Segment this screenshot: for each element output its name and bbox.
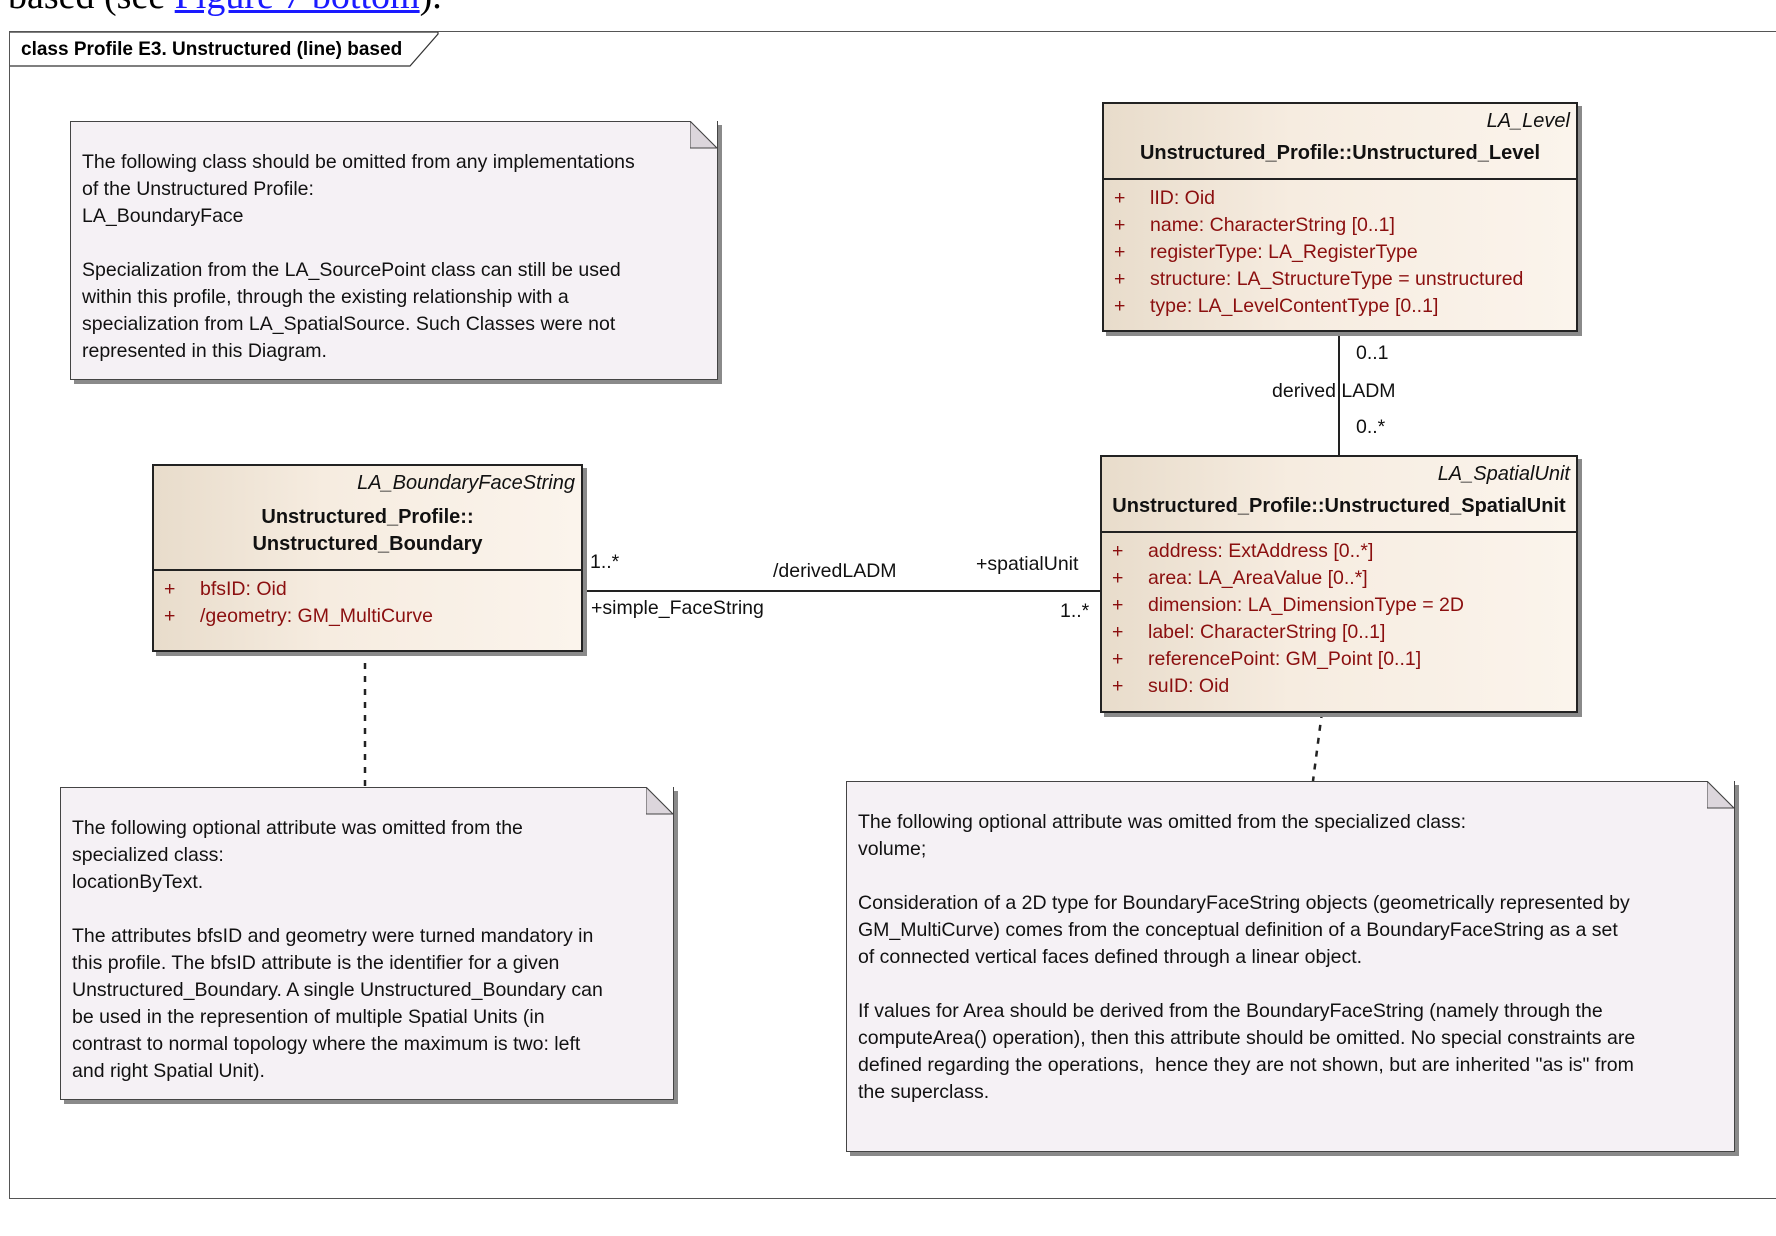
class-name-boundary-line2: Unstructured_Boundary: [252, 533, 483, 555]
class-unstructured-spatialunit[interactable]: LA_SpatialUnit Unstructured_Profile::Uns…: [1100, 455, 1578, 713]
attribute-row: + registerType: LA_RegisterType: [1114, 241, 1418, 263]
attribute-list-level: + lID: Oid + name: CharacterString [0..1] …: [1114, 185, 1572, 320]
class-name-boundary-line1: Unstructured_Profile::: [261, 506, 474, 528]
association-name-derived-ladm: derived LADM: [1272, 380, 1396, 402]
attribute-row: + suID: Oid: [1112, 675, 1230, 697]
attribute-row: + lID: Oid: [1114, 187, 1216, 209]
class-unstructured-level[interactable]: LA_Level Unstructured_Profile::Unstructu…: [1102, 102, 1578, 332]
class-separator: [154, 569, 581, 571]
attribute-list-spatialunit: + address: ExtAddress [0..*] + area: LA_Ar…: [1112, 538, 1572, 700]
mult-level-side: 0..1: [1356, 342, 1389, 364]
note-link-spatialunit: [1311, 711, 1324, 782]
class-separator: [1104, 178, 1576, 180]
attribute-row: + type: LA_LevelContentType [0..1]: [1114, 295, 1439, 317]
note-fold-icon: [690, 121, 718, 149]
mult-spatialunit-end: 1..*: [1060, 600, 1090, 622]
attribute-row: +/geometry: GM_MultiCurve: [164, 605, 433, 627]
mult-boundary-end: 1..*: [590, 551, 620, 573]
class-separator: [1102, 531, 1576, 533]
attribute-row: + name: CharacterString [0..1]: [1114, 214, 1395, 236]
attribute-row: + dimension: LA_DimensionType = 2D: [1112, 594, 1464, 616]
role-spatialunit: +spatialUnit: [976, 553, 1079, 575]
class-unstructured-boundary[interactable]: LA_BoundaryFaceString Unstructured_Profi…: [152, 464, 583, 652]
note-fold-icon: [646, 787, 674, 815]
attribute-row: + label: CharacterString [0..1]: [1112, 621, 1386, 643]
attribute-list-boundary: + bfsID: Oid +/geometry: GM_MultiCurve: [164, 576, 577, 630]
note-spatialunit: The following optional attribute was omi…: [846, 781, 1735, 1152]
class-name-level: Unstructured_Profile::Unstructured_Level: [1139, 142, 1541, 164]
note-spatialunit-text: The following optional attribute was omi…: [858, 811, 1636, 1103]
attribute-row: + address: ExtAddress [0..*]: [1112, 540, 1374, 562]
note-omitted-class-text: The following class should be omitted fr…: [82, 151, 635, 362]
attribute-row: + area: LA_AreaValue [0..*]: [1112, 567, 1368, 589]
stereotype-la-level: LA_Level: [1486, 110, 1570, 132]
stereotype-la-spatialunit: LA_SpatialUnit: [1437, 463, 1570, 485]
note-boundary: The following optional attribute was omi…: [60, 787, 674, 1100]
stereotype-la-boundaryfacestring: LA_BoundaryFaceString: [357, 472, 575, 494]
note-fold-icon: [1707, 781, 1735, 809]
role-simple-facestring: +simple_FaceString: [591, 597, 764, 619]
mult-spatialunit-side: 0..*: [1356, 416, 1386, 438]
association-name-derivedladm: /derivedLADM: [773, 560, 897, 582]
class-name-spatialunit: Unstructured_Profile::Unstructured_Spati…: [1112, 495, 1566, 517]
attribute-row: + bfsID: Oid: [164, 578, 287, 600]
note-boundary-text: The following optional attribute was omi…: [72, 817, 603, 1082]
attribute-row: + structure: LA_StructureType = unstructu…: [1114, 268, 1524, 290]
note-omitted-class: The following class should be omitted fr…: [70, 121, 718, 380]
attribute-row: + referencePoint: GM_Point [0..1]: [1112, 648, 1422, 670]
